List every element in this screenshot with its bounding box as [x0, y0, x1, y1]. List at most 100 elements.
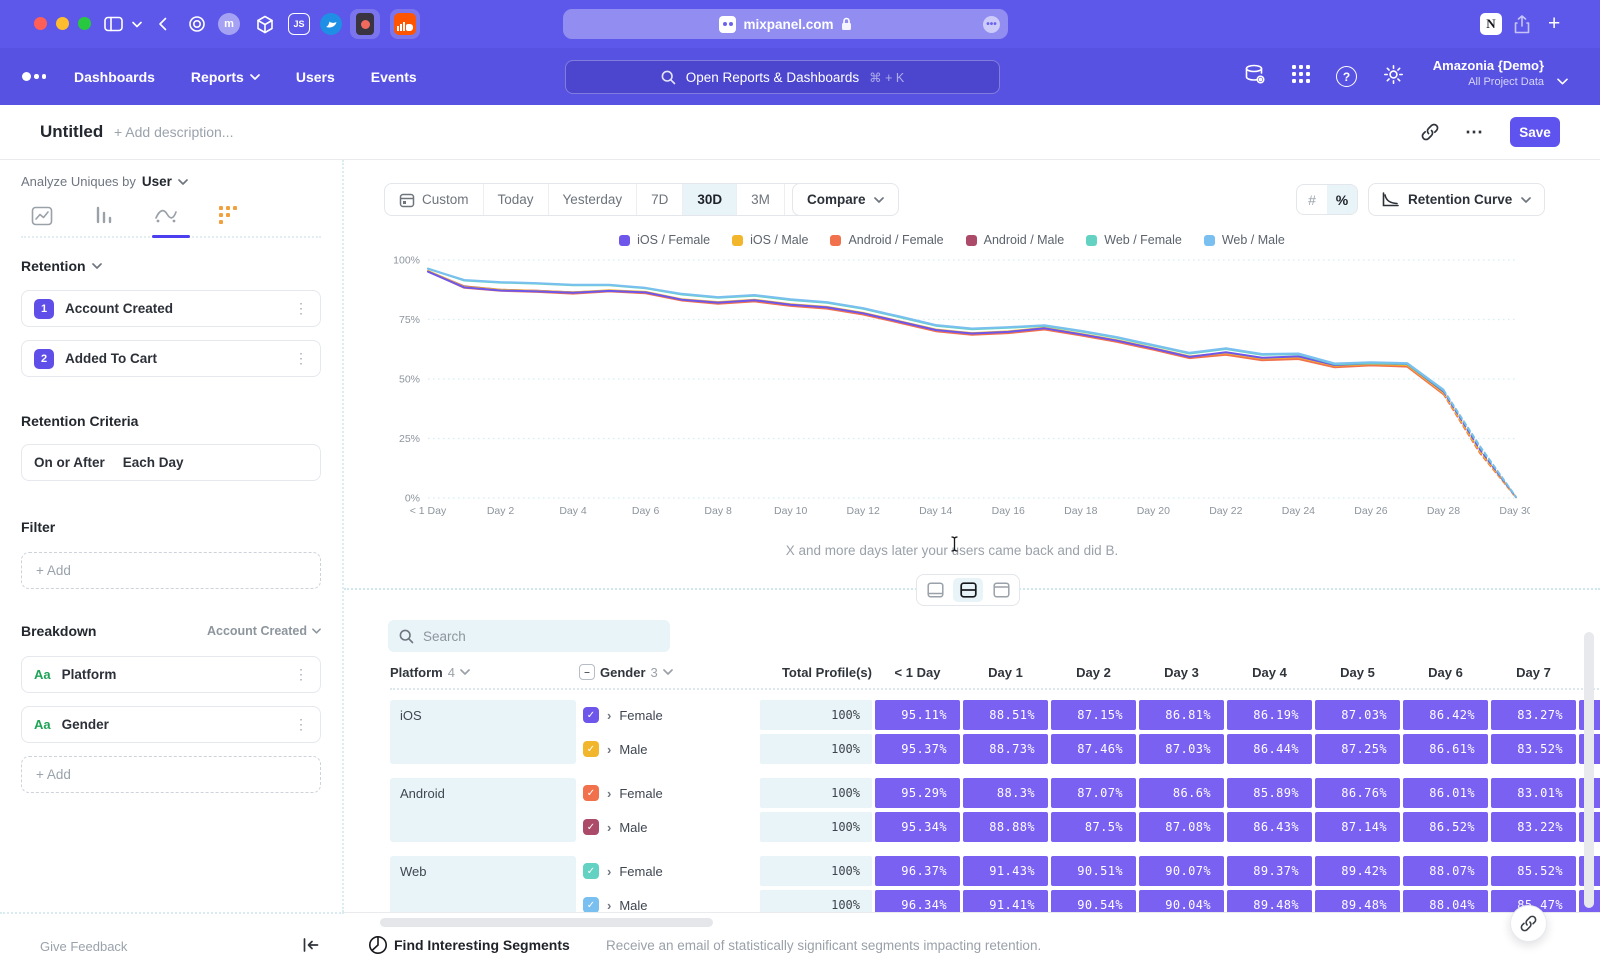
retention-value-cell[interactable]: 86.01% — [1403, 778, 1488, 808]
kebab-menu-icon[interactable]: ⋮ — [294, 666, 308, 683]
legend-item[interactable]: Web / Male — [1204, 233, 1285, 247]
tab-insights[interactable] — [21, 205, 63, 227]
nav-item-users[interactable]: Users — [296, 69, 335, 85]
gender-row-label[interactable]: ✓›Male — [579, 890, 757, 912]
extension-m-icon[interactable]: m — [218, 13, 240, 35]
copy-link-icon[interactable] — [1421, 123, 1439, 141]
retention-value-cell[interactable]: 88.3% — [963, 778, 1048, 808]
retention-value-cell[interactable]: 87.03% — [1315, 700, 1400, 730]
notion-extension-icon[interactable]: N — [1480, 11, 1502, 37]
legend-item[interactable]: iOS / Female — [619, 233, 710, 247]
floating-share-link-button[interactable] — [1510, 905, 1547, 942]
series-checkbox[interactable]: ✓ — [583, 785, 599, 801]
tab-retention[interactable] — [207, 205, 249, 227]
legend-item[interactable]: iOS / Male — [732, 233, 808, 247]
window-zoom-button[interactable] — [78, 17, 91, 30]
retention-value-cell[interactable]: 86.52% — [1403, 812, 1488, 842]
report-title[interactable]: Untitled — [40, 122, 103, 142]
retention-value-cell[interactable]: 88.07% — [1403, 856, 1488, 886]
share-icon[interactable] — [1514, 11, 1530, 37]
apps-grid-icon[interactable] — [1292, 65, 1310, 88]
kebab-menu-icon[interactable]: ⋮ — [294, 350, 308, 367]
legend-item[interactable]: Android / Female — [830, 233, 943, 247]
save-button[interactable]: Save — [1510, 117, 1560, 147]
date-range-30d[interactable]: 30D — [683, 184, 737, 215]
retention-value-cell[interactable]: 86.43% — [1227, 812, 1312, 842]
browser-sidebar-icon[interactable] — [104, 11, 123, 37]
chart-type-selector[interactable]: Retention Curve — [1368, 183, 1545, 216]
retention-value-cell[interactable]: 86.61% — [1403, 734, 1488, 764]
browser-back-icon[interactable] — [158, 11, 167, 37]
retention-section-header[interactable]: Retention — [21, 258, 321, 274]
find-segments-title[interactable]: Find Interesting Segments — [394, 937, 570, 953]
mixpanel-logo[interactable] — [22, 72, 46, 81]
platform-cell[interactable]: Web — [390, 856, 576, 912]
extension-bird-icon[interactable] — [320, 13, 342, 35]
extension-soundcloud-icon[interactable] — [390, 9, 420, 39]
table-header-day[interactable]: < 1 Day — [875, 662, 960, 682]
browser-tab-chevron-icon[interactable] — [132, 11, 142, 37]
extension-cube-icon[interactable] — [252, 11, 278, 37]
retention-value-cell[interactable]: 87.15% — [1051, 700, 1136, 730]
window-minimize-button[interactable] — [56, 17, 69, 30]
extension-js-icon[interactable]: JS — [288, 13, 310, 35]
series-checkbox[interactable]: ✓ — [583, 819, 599, 835]
table-header-day[interactable]: Day 6 — [1403, 662, 1488, 682]
layout-table-only-button[interactable] — [986, 578, 1016, 602]
give-feedback-link[interactable]: Give Feedback — [40, 939, 127, 954]
retention-value-cell[interactable]: 95.37% — [875, 734, 960, 764]
select-all-checkbox[interactable]: – — [579, 664, 595, 680]
retention-value-cell[interactable]: 87.03% — [1139, 734, 1224, 764]
retention-value-cell[interactable]: 87.46% — [1051, 734, 1136, 764]
expand-chevron-icon[interactable]: › — [607, 742, 611, 757]
retention-value-cell[interactable]: 88.04% — [1403, 890, 1488, 912]
tab-flows[interactable] — [145, 205, 187, 227]
kebab-menu-icon[interactable]: ⋮ — [294, 716, 308, 733]
gender-row-label[interactable]: ✓›Male — [579, 734, 757, 764]
series-checkbox[interactable]: ✓ — [583, 897, 599, 912]
breakdown-scope-dropdown[interactable]: Account Created — [207, 624, 321, 638]
retention-curve-chart[interactable]: 100%75%50%25%0%< 1 DayDay 2Day 4Day 6Day… — [390, 248, 1530, 533]
gender-row-label[interactable]: ✓›Female — [579, 700, 757, 730]
unit-percent-button[interactable]: % — [1327, 185, 1357, 214]
retention-value-cell[interactable]: 86.19% — [1227, 700, 1312, 730]
retention-value-cell[interactable]: 87.5% — [1051, 812, 1136, 842]
more-options-icon[interactable]: ⋯ — [1465, 122, 1484, 143]
breakdown-platform[interactable]: Aa Platform ⋮ — [21, 656, 321, 693]
account-switcher[interactable]: Amazonia {Demo} All Project Data — [1433, 58, 1544, 89]
nav-item-events[interactable]: Events — [371, 69, 417, 85]
retention-value-cell[interactable]: 86.76% — [1315, 778, 1400, 808]
extension-card-icon[interactable] — [350, 9, 380, 39]
retention-value-cell[interactable]: 86.44% — [1227, 734, 1312, 764]
series-checkbox[interactable]: ✓ — [583, 707, 599, 723]
expand-chevron-icon[interactable]: › — [607, 864, 611, 879]
table-header-total[interactable]: Total Profile(s) — [760, 662, 872, 682]
retention-value-cell[interactable]: 90.07% — [1139, 856, 1224, 886]
retention-value-cell[interactable]: 87.25% — [1315, 734, 1400, 764]
date-range-today[interactable]: Today — [484, 184, 549, 215]
retention-value-cell[interactable]: 88.51% — [963, 700, 1048, 730]
global-search-button[interactable]: Open Reports & Dashboards ⌘ + K — [565, 60, 1000, 94]
retention-value-cell[interactable]: 83.27% — [1491, 700, 1576, 730]
gender-row-label[interactable]: ✓›Female — [579, 778, 757, 808]
expand-chevron-icon[interactable]: › — [607, 708, 611, 723]
retention-value-cell[interactable]: 90.04% — [1139, 890, 1224, 912]
add-description-field[interactable]: + Add description... — [114, 124, 233, 140]
retention-value-cell[interactable]: 89.42% — [1315, 856, 1400, 886]
retention-value-cell[interactable]: 83.22% — [1491, 812, 1576, 842]
date-range-7d[interactable]: 7D — [637, 184, 683, 215]
retention-step-1[interactable]: 1 Account Created ⋮ — [21, 290, 321, 327]
retention-step-2[interactable]: 2 Added To Cart ⋮ — [21, 340, 321, 377]
retention-value-cell[interactable]: 87.14% — [1315, 812, 1400, 842]
table-header-day[interactable]: Day 4 — [1227, 662, 1312, 682]
platform-cell[interactable]: Android — [390, 778, 576, 842]
retention-value-cell[interactable]: 96.34% — [875, 890, 960, 912]
tab-funnels[interactable] — [83, 205, 125, 227]
window-close-button[interactable] — [34, 17, 47, 30]
criteria-interval[interactable]: Each Day — [123, 455, 184, 470]
account-chevron-icon[interactable] — [1557, 72, 1568, 90]
table-header-day[interactable]: Day 2 — [1051, 662, 1136, 682]
legend-item[interactable]: Android / Male — [966, 233, 1065, 247]
nav-item-reports[interactable]: Reports — [191, 69, 260, 85]
table-header-platform[interactable]: Platform4 — [390, 662, 576, 682]
